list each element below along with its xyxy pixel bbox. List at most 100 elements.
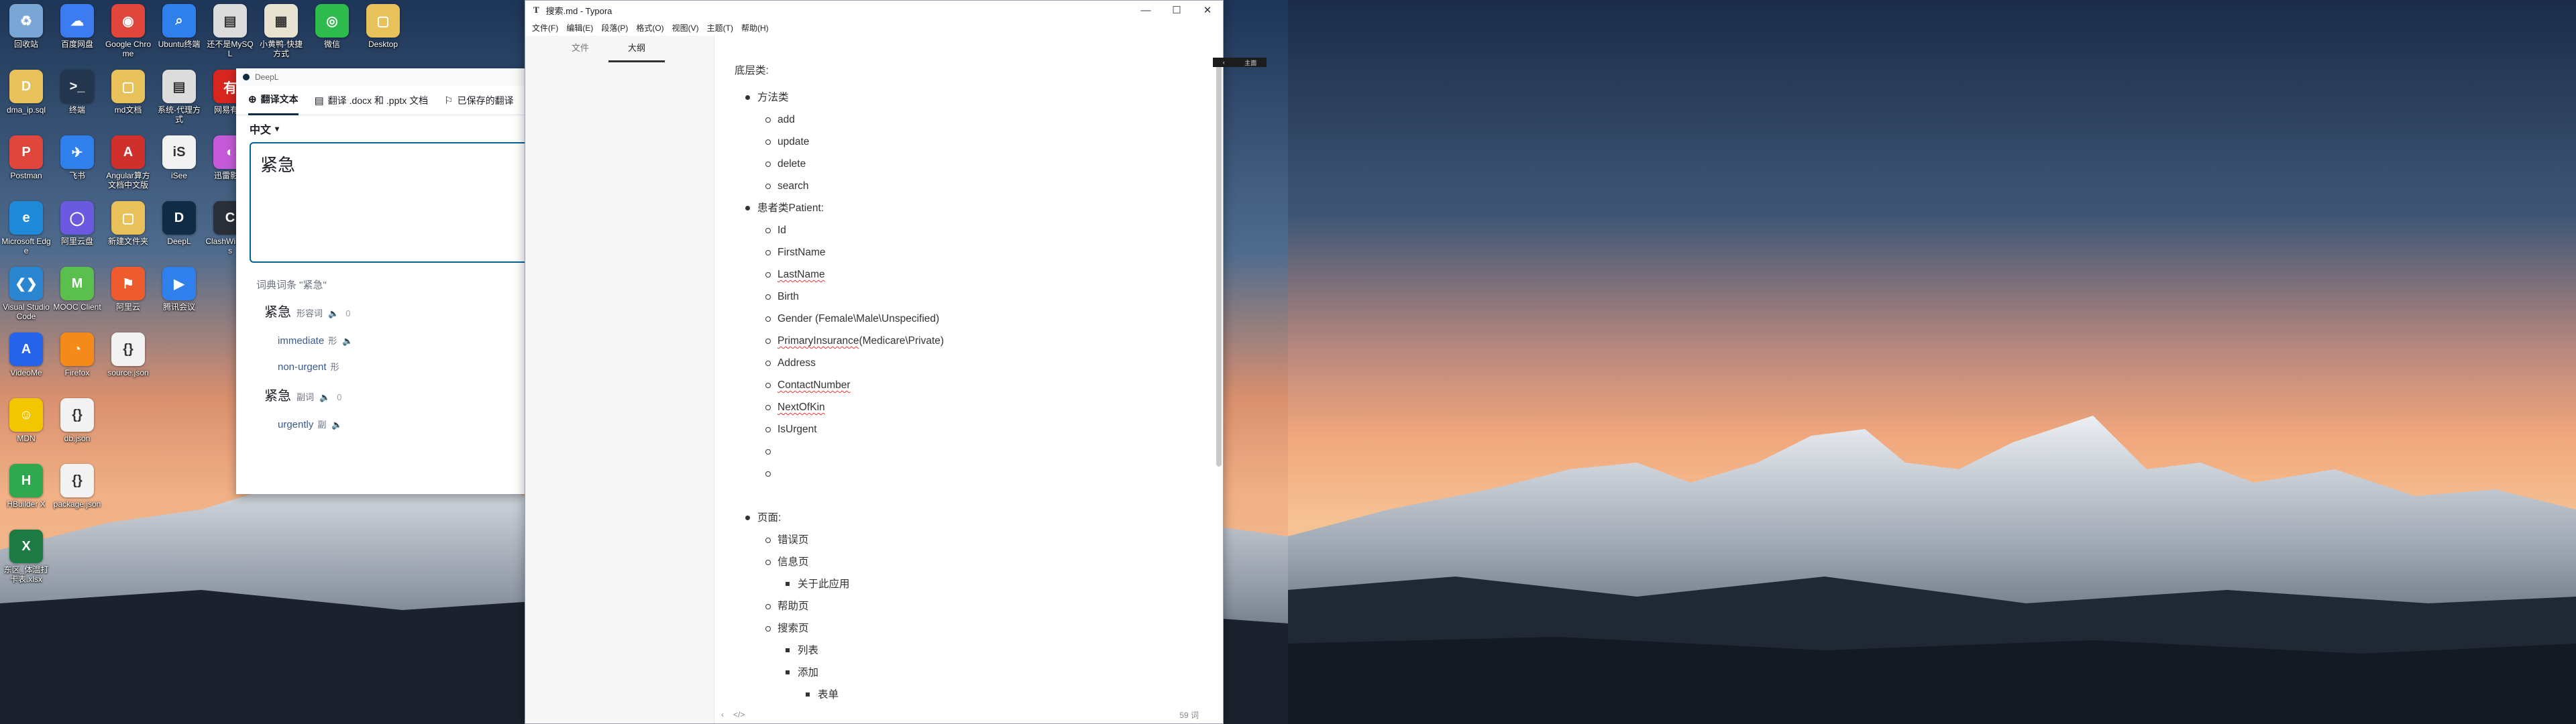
list-item-text: 帮助页 (777, 601, 809, 612)
desktop-icon[interactable]: ☁ 百度网盘 (52, 4, 102, 49)
desktop-icon[interactable]: >_ 终端 (52, 70, 102, 115)
deepl-titlebar[interactable]: DeepL (236, 68, 526, 86)
bookmark-icon: ⚐ (444, 95, 453, 107)
list-item-text: 列表 (798, 645, 819, 656)
app-icon: {} (111, 333, 145, 366)
menu-bar: 文件(F) 编辑(E) 段落(P) 格式(O) 视图(V) 主题(T) 帮助(H… (525, 19, 1223, 36)
desktop-icon[interactable]: M MOOC Client (52, 267, 102, 312)
app-icon: e (9, 201, 43, 235)
editor-scrollbar[interactable] (1216, 64, 1222, 467)
desktop-icon-label: dma_ip.sql (6, 105, 46, 115)
desktop-icon[interactable]: ◎ 微信 (307, 4, 357, 49)
list-item: NextOfKin (765, 396, 1223, 418)
menu-format[interactable]: 格式(O) (632, 22, 667, 34)
back-icon[interactable]: ‹ (721, 710, 724, 719)
typora-titlebar[interactable]: T 搜索.md - Typora — ☐ ✕ (525, 1, 1223, 19)
word-count[interactable]: 59 词 (1179, 709, 1199, 721)
desktop-icon[interactable]: {} source.json (103, 333, 153, 377)
app-icon: ⌕ (162, 4, 196, 38)
desktop-icon[interactable]: X 东区_体温打卡表.xlsx (1, 530, 51, 584)
desktop-icon[interactable]: {} db.json (52, 398, 102, 443)
floating-toolbar[interactable]: ‹ 主面 (1213, 58, 1267, 67)
desktop-icon[interactable]: D DeepL (154, 201, 204, 246)
list-item: 搜索页 (765, 617, 1223, 640)
tab-translate-text[interactable]: ⊕ 翻译文本 (248, 86, 299, 115)
deepl-window[interactable]: DeepL ⊕ 翻译文本 ▤ 翻译 .docx 和 .pptx 文档 ⚐ 已保存… (236, 68, 526, 494)
desktop-icon[interactable]: e Microsoft Edge (1, 201, 51, 255)
app-icon: P (9, 135, 43, 169)
source-text-input[interactable]: 紧急 (250, 142, 526, 263)
list-item-text: 患者类Patient: (757, 202, 824, 214)
tab-saved-translations[interactable]: ⚐ 已保存的翻译 (444, 86, 513, 115)
speaker-icon[interactable]: 🔈 (331, 420, 342, 430)
desktop-icon[interactable]: ⌕ Ubuntu终端 (154, 4, 204, 49)
desktop-icon[interactable]: ▢ Desktop (358, 4, 408, 49)
desktop-icon[interactable]: iS iSee (154, 135, 204, 180)
desktop-icon[interactable]: Ddma_ip.sql (1, 70, 51, 115)
desktop-icon[interactable]: ♻ 回收站 (1, 4, 51, 49)
desktop-icon[interactable]: P Postman (1, 135, 51, 180)
menu-view[interactable]: 视图(V) (668, 22, 703, 34)
part-of-speech: 形 (328, 336, 337, 346)
desktop-icon[interactable]: ▤ 还不是MySQL (205, 4, 255, 58)
desktop-icon-label: HBuilder X (7, 499, 46, 509)
source-language-select[interactable]: 中文 ▾ (236, 115, 526, 142)
menu-paragraph[interactable]: 段落(P) (597, 22, 632, 34)
translation-text: urgently (278, 419, 314, 430)
desktop-icon-label: VideoMe (10, 368, 42, 377)
dict-translation[interactable]: non-urgent 形 (278, 360, 526, 373)
desktop-icon[interactable]: ▦ 小黄鸭·快捷方式 (256, 4, 306, 58)
mountain-wallpaper (1288, 0, 2576, 724)
desktop-icon[interactable]: ❮❯ Visual Studio Code (1, 267, 51, 321)
menu-help[interactable]: 帮助(H) (737, 22, 773, 34)
desktop-icon[interactable]: A VideoMe (1, 333, 51, 377)
minimize-icon[interactable]: — (1130, 1, 1161, 19)
list-item: 关于此应用 (786, 573, 1223, 595)
desktop-icon[interactable]: ◯ 阿里云盘 (52, 201, 102, 246)
list-level-3: 关于此应用 (786, 573, 1223, 595)
list-item: 信息页 (765, 551, 1223, 573)
menu-edit[interactable]: 编辑(E) (562, 22, 597, 34)
desktop-icon[interactable]: ✈ 飞书 (52, 135, 102, 180)
desktop-icon[interactable]: ☺ MDN (1, 398, 51, 443)
list-item-text: LastName (777, 269, 825, 280)
desktop-icon-label: 还不是MySQL (207, 40, 254, 58)
app-icon: X (9, 530, 43, 563)
list-item: 方法类 (745, 86, 1223, 109)
app-icon: M (60, 267, 94, 300)
list-item-text: 表单 (818, 689, 839, 701)
tab-translate-documents[interactable]: ▤ 翻译 .docx 和 .pptx 文档 (315, 86, 429, 115)
typora-window[interactable]: T 搜索.md - Typora — ☐ ✕ 文件(F) 编辑(E) 段落(P)… (525, 0, 1224, 724)
close-icon[interactable]: ✕ (1192, 1, 1223, 19)
desktop-icon-label: Desktop (368, 40, 398, 49)
deepl-window-title: DeepL (255, 72, 279, 82)
menu-theme[interactable]: 主题(T) (703, 22, 737, 34)
maximize-icon[interactable]: ☐ (1161, 1, 1192, 19)
dict-translation[interactable]: immediate 形 🔈 (278, 334, 526, 347)
tab-outline[interactable]: 大纲 (608, 36, 665, 62)
editor-content[interactable]: 底层类: 方法类 add update delete search 患者类Pat… (714, 36, 1223, 706)
desktop-icon[interactable]: ▢ md文档 (103, 70, 153, 115)
desktop-icon[interactable]: ▶ 腾讯会议 (154, 267, 204, 312)
chevron-left-icon[interactable]: ‹ (1223, 59, 1225, 66)
desktop-icon[interactable]: {} package.json (52, 464, 102, 509)
desktop-icon[interactable]: ◔ Firefox (52, 333, 102, 377)
speaker-icon[interactable]: 🔈 (342, 336, 353, 347)
speaker-icon[interactable]: 🔈 (319, 392, 330, 403)
desktop-icon[interactable]: A Angular算方文档中文版 (103, 135, 153, 190)
list-item-text: PrimaryInsurance (777, 335, 859, 347)
desktop-icon[interactable]: ⚑ 阿里云 (103, 267, 153, 312)
doc-heading: 底层类: (735, 65, 769, 76)
desktop-icon[interactable]: ▢ 新建文件夹 (103, 201, 153, 246)
desktop-icon[interactable]: H HBuilder X (1, 464, 51, 509)
menu-file[interactable]: 文件(F) (528, 22, 562, 34)
source-code-toggle[interactable]: </> (733, 710, 745, 719)
app-icon: ✈ (60, 135, 94, 169)
desktop-icon[interactable]: ◉ Google Chrome (103, 4, 153, 58)
desktop-icon-label: Google Chrome (105, 40, 152, 58)
dict-translation[interactable]: urgently 副 🔈 (278, 418, 526, 430)
speaker-icon[interactable]: 🔈 (328, 308, 339, 319)
tab-files[interactable]: 文件 (552, 36, 608, 62)
desktop-icon[interactable]: ▤ 系统-代理方式 (154, 70, 204, 124)
desktop-icon-label: Ubuntu终端 (158, 40, 201, 49)
